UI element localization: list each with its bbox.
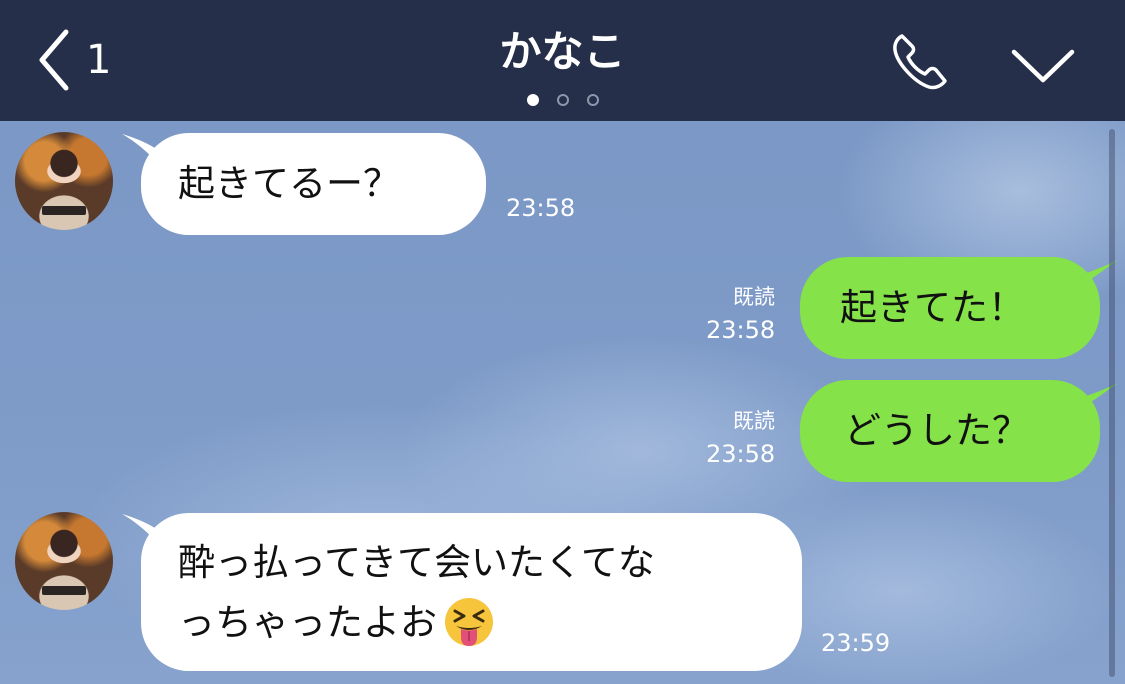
message-time: 23:58 [706,316,776,344]
message-bubble-incoming[interactable]: 酔っ払ってきて会いたくてな っちゃったよお [141,513,802,671]
message-time: 23:58 [706,440,776,468]
message-text: どうした？ [844,409,1029,452]
page-indicator [0,94,1125,106]
phone-icon [893,34,947,90]
message-text-line: っちゃったよお [178,601,437,644]
scrollbar[interactable] [1109,129,1115,677]
call-button[interactable] [888,30,952,94]
avatar[interactable] [15,132,113,230]
message-bubble-outgoing[interactable]: 起きてた！ [800,257,1100,359]
read-receipt: 既読 [733,285,775,309]
message-text: 起きてるー？ [178,162,400,205]
page-dot [586,94,599,106]
squinting-face-with-tongue-icon [445,597,493,646]
chevron-down-icon [1011,49,1075,83]
chat-area[interactable]: 起きてるー？ 23:58 既読 23:58 起きてた！ 既読 23:58 どうし… [0,121,1125,684]
page-dot [556,94,569,106]
chat-title: かなこ [499,27,626,76]
message-text-line: 酔っ払ってきて会いたくてな [178,541,655,584]
chat-header: 1 かなこ [0,0,1125,121]
message-text: 起きてた！ [840,286,1025,329]
message-time: 23:59 [821,629,891,657]
menu-button[interactable] [1010,44,1076,88]
message-bubble-outgoing[interactable]: どうした？ [800,380,1100,482]
message-bubble-incoming[interactable]: 起きてるー？ [141,133,486,235]
read-receipt: 既読 [733,409,775,433]
message-time: 23:58 [506,194,576,222]
page-dot [526,94,539,106]
avatar[interactable] [15,512,113,610]
